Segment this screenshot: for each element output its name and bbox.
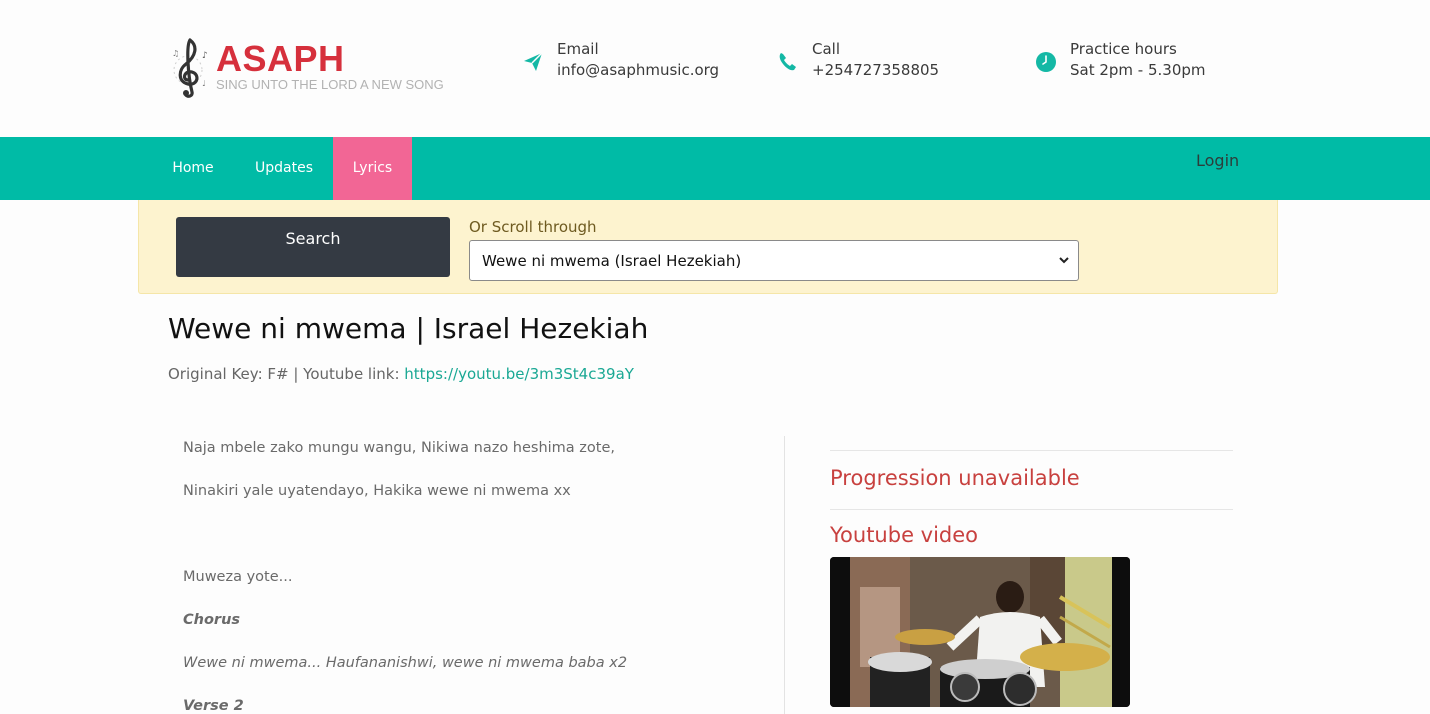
song-select-value: Wewe ni mwema (Israel Hezekiah) [482,252,742,270]
nav-home[interactable]: Home [160,137,226,200]
lyric-line: Muweza yote... [183,569,293,585]
email-label: Email [557,40,599,58]
call-value[interactable]: +254727358805 [812,61,939,79]
verse-heading: Verse 2 [183,698,244,714]
chevron-down-icon [1059,257,1069,264]
login-link[interactable]: Login [1196,151,1239,170]
svg-text:♪: ♪ [202,51,208,61]
brand-name: ASAPH [216,38,345,79]
youtube-video-player[interactable] [830,557,1130,707]
lyric-line: Ninakiri yale uyatendayo, Hakika wewe ni… [183,483,571,499]
svg-text:♫: ♫ [172,49,179,58]
svg-text:♩: ♩ [202,79,206,88]
brand-tagline: SING UNTO THE LORD A NEW SONG [216,77,444,92]
site-logo[interactable]: ♪ ♫ ♩ ASAPH SING UNTO THE LORD A NEW SON… [168,36,468,100]
divider-line [830,450,1233,451]
progression-status: Progression unavailable [830,466,1080,490]
column-divider [784,436,785,714]
treble-clef-icon: ♪ ♫ ♩ [172,38,208,98]
song-title: Wewe ni mwema | Israel Hezekiah [168,312,649,345]
youtube-heading: Youtube video [830,523,979,547]
site-header: ♪ ♫ ♩ ASAPH SING UNTO THE LORD A NEW SON… [0,0,1430,137]
youtube-link[interactable]: https://youtu.be/3m3St4c39aY [404,365,634,383]
contact-email: Email info@asaphmusic.org [522,40,752,84]
song-meta-text: Original Key: F# | Youtube link: [168,365,405,383]
hours-value: Sat 2pm - 5.30pm [1070,61,1206,79]
video-thumbnail [830,557,1130,707]
hours-label: Practice hours [1070,40,1177,58]
email-value[interactable]: info@asaphmusic.org [557,61,719,79]
contact-call: Call +254727358805 [777,40,977,84]
scroll-label: Or Scroll through [469,218,597,236]
song-select[interactable]: Wewe ni mwema (Israel Hezekiah) [469,240,1079,281]
lyric-line: Wewe ni mwema... Haufananishwi, wewe ni … [183,655,628,671]
main-nav: Home Updates Lyrics Login [0,137,1430,200]
nav-updates[interactable]: Updates [243,137,325,200]
nav-lyrics[interactable]: Lyrics [333,137,412,200]
search-panel: Search Or Scroll through Wewe ni mwema (… [138,200,1278,294]
song-meta: Original Key: F# | Youtube link: https:/… [168,365,634,383]
clock-icon [1036,52,1056,72]
contact-hours: Practice hours Sat 2pm - 5.30pm [1035,40,1255,84]
search-button[interactable]: Search [176,217,450,277]
paper-plane-icon [524,52,543,71]
divider-line [830,509,1233,510]
call-label: Call [812,40,841,58]
chorus-heading: Chorus [183,612,241,628]
phone-icon [779,53,796,71]
lyric-line: Naja mbele zako mungu wangu, Nikiwa nazo… [183,440,615,456]
